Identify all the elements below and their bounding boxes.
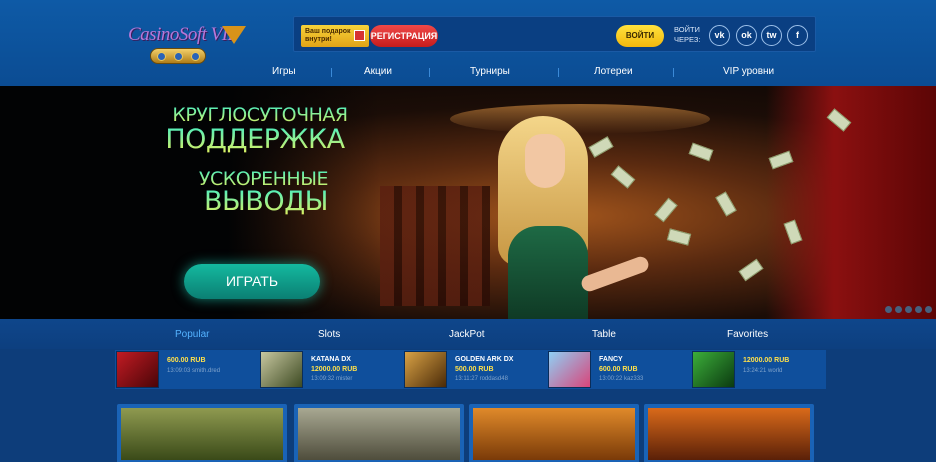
gift-button[interactable]: Ваш подарок внутри! (301, 25, 369, 47)
game-thumbnail (116, 351, 159, 388)
winner-item[interactable]: GOLDEN ARK DX 500.00 RUB 13:11:27 roddas… (403, 350, 547, 389)
slider-dot[interactable] (915, 306, 922, 313)
winner-amount: 500.00 RUB (455, 366, 494, 373)
facebook-icon[interactable]: f (787, 25, 808, 46)
winner-item[interactable]: FANCY 600.00 RUB 13:00:22 kaz333 (547, 350, 691, 389)
main-nav: Игры Акции Турниры Лотереи VIP уровни (238, 66, 818, 80)
game-thumbnail (260, 351, 303, 388)
winner-amount: 600.00 RUB (167, 357, 206, 364)
hero-line-2: ПОДДЕРЖКА (140, 124, 370, 155)
winner-item[interactable]: KATANA DX 12000.00 RUB 13:09:32 mister (259, 350, 403, 389)
winner-amount: 12000.00 RUB (743, 357, 790, 364)
winner-item[interactable]: 600.00 RUB 13:09:03 smith.dred (115, 350, 259, 389)
play-button[interactable]: ИГРАТЬ (184, 264, 320, 299)
slider-dots (885, 306, 935, 314)
tab-popular[interactable]: Popular (175, 329, 209, 340)
game-thumbnail (692, 351, 735, 388)
game-card[interactable] (294, 404, 464, 462)
winner-meta: 13:00:22 kaz333 (599, 376, 644, 382)
winner-item[interactable]: 12000.00 RUB 13:24:21 world (691, 350, 835, 389)
gift-label: Ваш подарок внутри! (305, 28, 351, 43)
game-card[interactable] (117, 404, 287, 462)
slot-machines-background (380, 186, 490, 306)
game-card[interactable] (644, 404, 814, 462)
money-bill-icon (610, 165, 636, 189)
winner-meta: 13:09:32 mister (311, 376, 353, 382)
hero-line-1: КРУГЛОСУТОЧНАЯ (150, 104, 370, 126)
money-bill-icon (688, 142, 714, 162)
winner-game-name: KATANA DX (311, 356, 351, 363)
site-header: CasinoSoft VIP Ваш подарок внутри! РЕГИС… (0, 0, 936, 86)
tab-slots[interactable]: Slots (318, 329, 340, 340)
nav-item-tournaments[interactable]: Турниры (470, 66, 510, 77)
twitter-icon[interactable]: tw (761, 25, 782, 46)
nav-item-lotteries[interactable]: Лотереи (594, 66, 633, 77)
nav-divider (673, 68, 674, 77)
chandelier-glow (450, 104, 710, 134)
money-bill-icon (666, 228, 692, 246)
nav-divider (558, 68, 559, 77)
money-bill-icon (588, 136, 614, 158)
winner-amount: 600.00 RUB (599, 366, 638, 373)
winner-meta: 13:24:21 world (743, 368, 783, 374)
game-thumbnail (548, 351, 591, 388)
slider-dot[interactable] (895, 306, 902, 313)
hostess-dress (508, 226, 588, 319)
gift-icon (354, 30, 365, 41)
register-button[interactable]: РЕГИСТРАЦИЯ (370, 25, 438, 47)
account-bar: Ваш подарок внутри! РЕГИСТРАЦИЯ ВОЙТИ ВО… (293, 16, 816, 52)
nav-divider (429, 68, 430, 77)
money-bill-icon (715, 191, 737, 217)
login-via-label: ВОЙТИ ЧЕРЕЗ: (674, 25, 701, 44)
red-curtain (766, 86, 936, 319)
slider-dot[interactable] (885, 306, 892, 313)
game-card[interactable] (469, 404, 639, 462)
tab-table[interactable]: Table (592, 329, 616, 340)
slider-dot[interactable] (925, 306, 932, 313)
hero-line-4: ВЫВОДЫ (108, 186, 329, 217)
tab-favorites[interactable]: Favorites (727, 329, 768, 340)
winner-amount: 12000.00 RUB (311, 366, 358, 373)
winner-meta: 13:09:03 smith.dred (167, 368, 221, 374)
nav-item-promotions[interactable]: Акции (364, 66, 392, 77)
nav-item-games[interactable]: Игры (272, 66, 296, 77)
hostess-arm (579, 254, 651, 294)
game-category-tabs: Popular Slots JackPot Table Favorites (0, 319, 936, 349)
game-thumbnail (404, 351, 447, 388)
nav-item-vip-levels[interactable]: VIP уровни (723, 66, 774, 77)
hostess-face (525, 134, 565, 188)
winner-game-name: GOLDEN ARK DX (455, 356, 514, 363)
login-button[interactable]: ВОЙТИ (616, 25, 664, 47)
winner-game-name: FANCY (599, 356, 623, 363)
fox-emblem-icon (222, 26, 246, 44)
recent-winners-strip: 600.00 RUB 13:09:03 smith.dred KATANA DX… (115, 350, 826, 389)
winner-meta: 13:11:27 roddasd48 (455, 376, 508, 382)
nav-divider (331, 68, 332, 77)
vk-icon[interactable]: vk (709, 25, 730, 46)
odnoklassniki-icon[interactable]: ok (736, 25, 757, 46)
money-bill-icon (654, 197, 678, 223)
logo-crest-icon (150, 48, 206, 64)
money-bill-icon (738, 258, 764, 282)
casino-logo[interactable]: CasinoSoft VIP (128, 22, 268, 68)
slider-dot[interactable] (905, 306, 912, 313)
hero-banner[interactable]: КРУГЛОСУТОЧНАЯ ПОДДЕРЖКА УСКОРЕННЫЕ ВЫВО… (0, 86, 936, 319)
tab-jackpot[interactable]: JackPot (449, 329, 485, 340)
